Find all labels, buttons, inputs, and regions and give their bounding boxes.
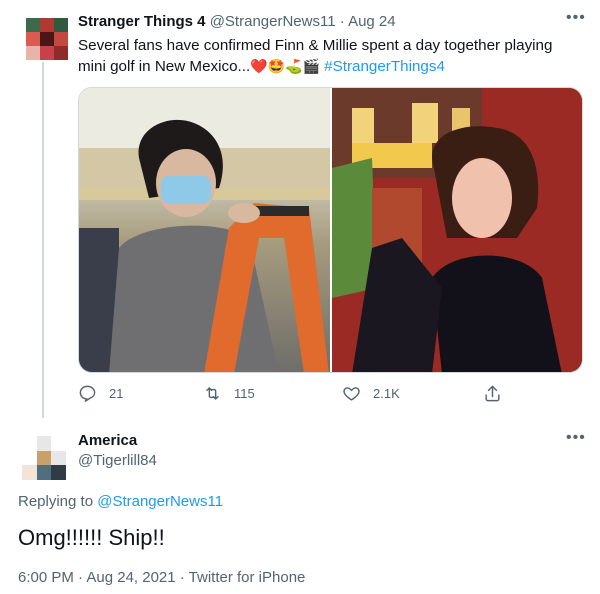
reply-text: Omg!!!!!! Ship!! bbox=[18, 525, 165, 550]
author-avatar[interactable] bbox=[26, 18, 68, 60]
reply-action[interactable]: 21 bbox=[78, 384, 123, 403]
hashtag-link[interactable]: #StrangerThings4 bbox=[324, 58, 445, 75]
date-separator: · bbox=[339, 13, 345, 30]
photo-millie-red-wall[interactable] bbox=[331, 88, 582, 372]
retweet-icon[interactable] bbox=[203, 384, 222, 403]
star-struck-emoji: 🤩 bbox=[267, 59, 286, 75]
author-name[interactable]: Stranger Things 4 bbox=[78, 13, 206, 30]
golf-flag-emoji: ⛳ bbox=[285, 59, 303, 75]
share-icon[interactable] bbox=[483, 384, 502, 403]
replying-to-link[interactable]: @StrangerNews11 bbox=[97, 493, 223, 510]
photo-right-illustration bbox=[331, 88, 582, 372]
more-options-icon[interactable]: ••• bbox=[566, 10, 586, 26]
reply-timestamp[interactable]: 6:00 PM · Aug 24, 2021 · Twitter for iPh… bbox=[18, 569, 305, 586]
reply-count: 21 bbox=[109, 386, 124, 401]
tweet-text-line1: Several fans have confirmed Finn & Milli… bbox=[78, 37, 553, 54]
share-action[interactable] bbox=[483, 384, 502, 403]
reply-icon[interactable] bbox=[78, 384, 97, 403]
tweet-text: Several fans have confirmed Finn & Milli… bbox=[78, 35, 588, 78]
tweet-action-bar: 21 115 2.1K bbox=[78, 384, 508, 408]
clapper-board-emoji: 🎬 bbox=[302, 59, 320, 75]
like-count: 2.1K bbox=[373, 386, 400, 401]
retweet-action[interactable]: 115 bbox=[203, 384, 255, 403]
heart-emoji: ❤️ bbox=[250, 59, 268, 75]
replying-to-label: Replying to bbox=[18, 493, 94, 510]
photo-left-illustration bbox=[79, 88, 330, 372]
tweet-date[interactable]: Aug 24 bbox=[348, 13, 396, 30]
replying-to: Replying to @StrangerNews11 bbox=[18, 493, 223, 510]
reply-author-avatar[interactable] bbox=[22, 436, 66, 480]
retweet-count: 115 bbox=[234, 386, 255, 401]
heart-icon[interactable] bbox=[342, 384, 361, 403]
tweet-header: Stranger Things 4 @StrangerNews11 · Aug … bbox=[78, 13, 396, 30]
author-handle[interactable]: @StrangerNews11 bbox=[210, 13, 336, 30]
like-action[interactable]: 2.1K bbox=[342, 384, 400, 403]
reply-author-handle[interactable]: @Tigerlill84 bbox=[78, 452, 157, 469]
tweet-text-line2: mini golf in New Mexico... bbox=[78, 58, 251, 75]
reply-more-options-icon[interactable]: ••• bbox=[566, 430, 586, 446]
photo-finn-on-ladder[interactable] bbox=[79, 88, 330, 372]
tweet-media bbox=[78, 87, 583, 373]
thread-connector-line bbox=[42, 62, 44, 418]
reply-author-name[interactable]: America bbox=[78, 432, 137, 449]
